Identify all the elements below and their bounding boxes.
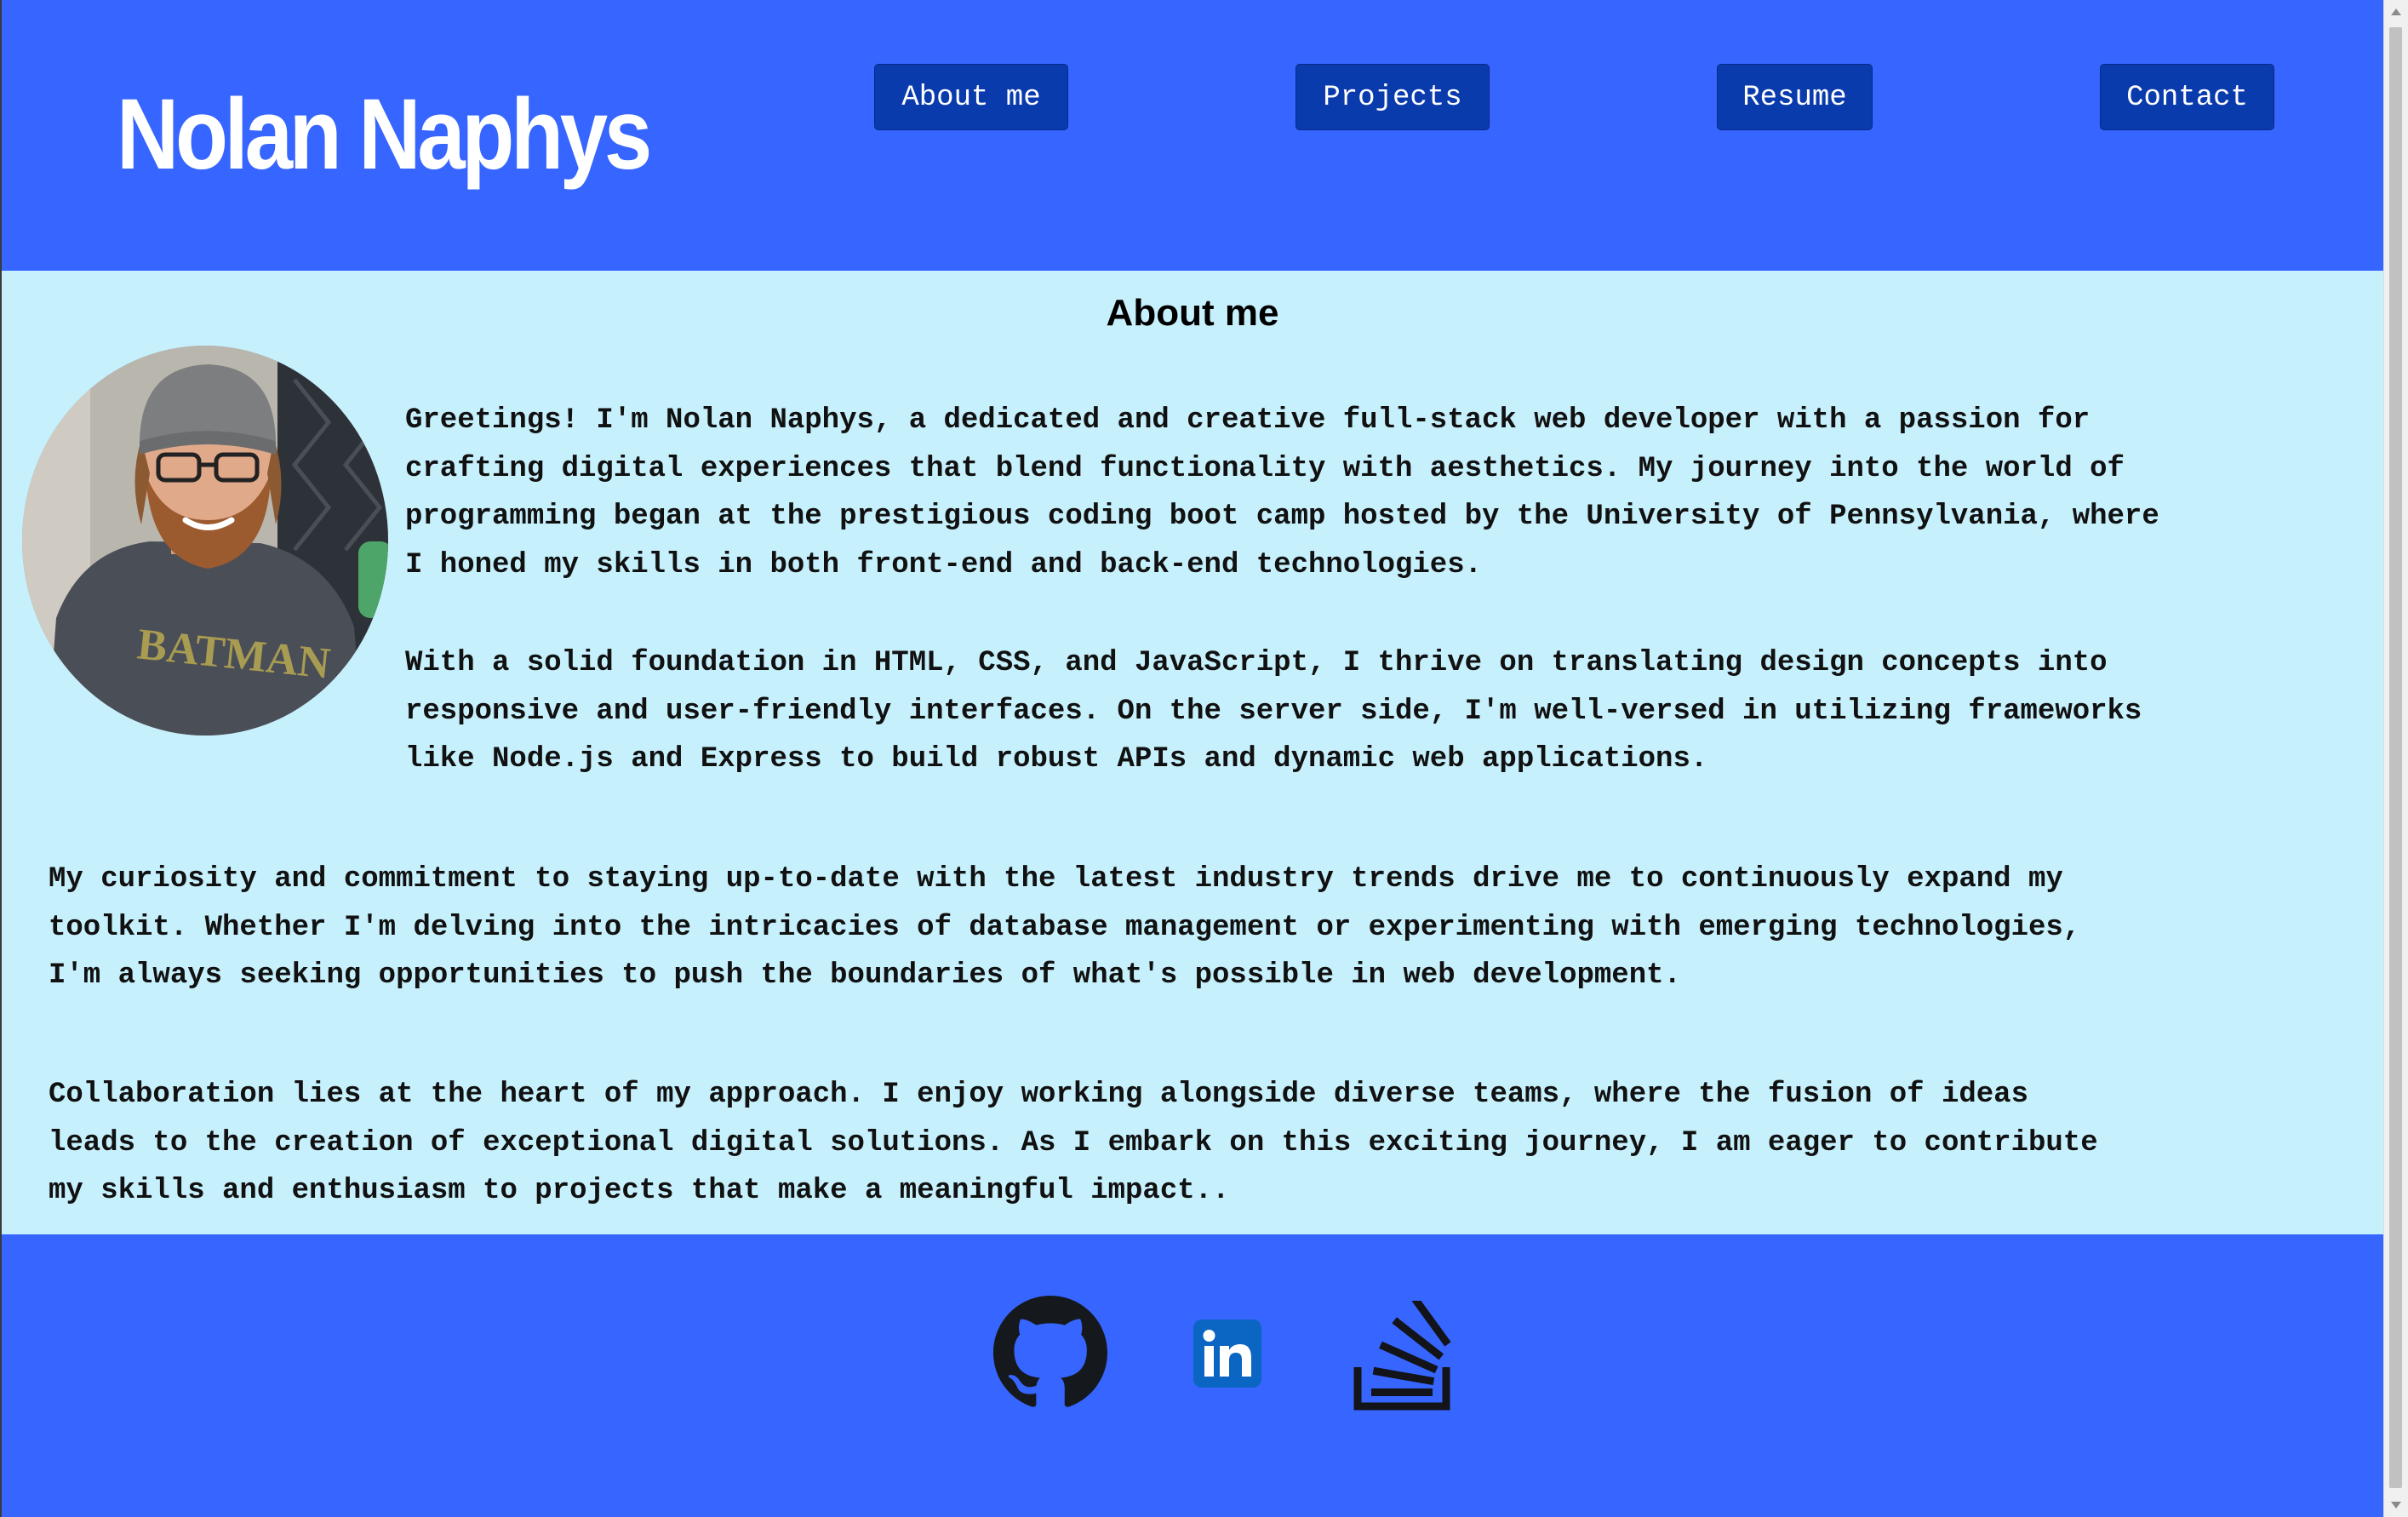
- about-paragraph-line: toolkit. Whether I'm delving into the in…: [49, 911, 2081, 944]
- github-link[interactable]: [993, 1296, 1107, 1410]
- profile-photo-image: BATMAN: [22, 346, 388, 736]
- about-paragraph-line: my skills and enthusiasm to projects tha…: [49, 1175, 1230, 1207]
- linkedin-icon: [1193, 1320, 1261, 1388]
- github-icon: [993, 1296, 1107, 1407]
- about-paragraph-line: I'm always seeking opportunities to push…: [49, 959, 1681, 992]
- about-paragraph-line: I honed my skills in both front-end and …: [405, 548, 1483, 581]
- about-paragraph-4: Collaboration lies at the heart of my ap…: [49, 1071, 2098, 1216]
- profile-photo: BATMAN: [22, 346, 388, 736]
- scroll-down-icon[interactable]: [2391, 1502, 2401, 1508]
- section-title: About me: [1106, 292, 1279, 334]
- scroll-up-icon[interactable]: [2391, 9, 2401, 15]
- about-paragraph-line: With a solid foundation in HTML, CSS, an…: [405, 647, 2108, 679]
- scrollbar-thumb[interactable]: [2389, 27, 2402, 1488]
- about-paragraph-1: Greetings! I'm Nolan Naphys, a dedicated…: [405, 397, 2159, 589]
- about-paragraph-line: crafting digital experiences that blend …: [405, 452, 2125, 485]
- vertical-scrollbar[interactable]: [2383, 0, 2408, 1517]
- page: Nolan Naphys About me Projects Resume Co…: [0, 0, 2383, 1517]
- about-paragraph-line: leads to the creation of exceptional dig…: [49, 1126, 2098, 1159]
- nav-resume-button[interactable]: Resume: [1717, 64, 1873, 130]
- nav-projects-button[interactable]: Projects: [1296, 64, 1490, 130]
- about-paragraph-line: My curiosity and commitment to staying u…: [49, 863, 2063, 896]
- nav-about-button[interactable]: About me: [874, 64, 1068, 130]
- about-paragraph-line: programming began at the prestigious cod…: [405, 501, 2159, 533]
- site-header: Nolan Naphys About me Projects Resume Co…: [2, 0, 2383, 271]
- nav-contact-button[interactable]: Contact: [2100, 64, 2274, 130]
- about-paragraph-2: With a solid foundation in HTML, CSS, an…: [405, 639, 2142, 784]
- stackoverflow-link[interactable]: [1351, 1296, 1453, 1411]
- stackoverflow-icon: [1353, 1296, 1451, 1411]
- site-title: Nolan Naphys: [117, 78, 652, 191]
- about-paragraph-line: Greetings! I'm Nolan Naphys, a dedicated…: [405, 404, 2091, 437]
- about-paragraph-3: My curiosity and commitment to staying u…: [49, 856, 2080, 1000]
- about-paragraph-line: like Node.js and Express to build robust…: [405, 743, 1708, 776]
- site-footer: [2, 1234, 2383, 1517]
- about-paragraph-line: responsive and user-friendly interfaces.…: [405, 695, 2142, 728]
- about-section: About me BATMAN Greetings! I'm Nolan Nap…: [2, 271, 2383, 1234]
- linkedin-link[interactable]: [1193, 1320, 1261, 1388]
- about-paragraph-line: Collaboration lies at the heart of my ap…: [49, 1079, 2028, 1111]
